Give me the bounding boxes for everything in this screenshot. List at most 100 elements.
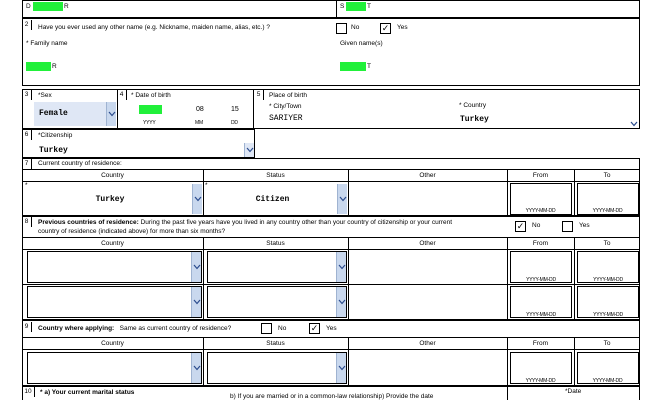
section-number: 10 bbox=[22, 387, 35, 397]
divider bbox=[348, 237, 349, 320]
section-number: 8 bbox=[22, 217, 32, 227]
current-residence-label: Current country of residence: bbox=[38, 160, 122, 167]
applying-status-select[interactable] bbox=[207, 352, 347, 384]
divider bbox=[22, 337, 640, 338]
birth-country-select[interactable]: Turkey bbox=[457, 111, 640, 127]
other-names-yes-checkbox[interactable]: ✓ bbox=[380, 23, 391, 34]
previous-country-select-2[interactable] bbox=[27, 286, 202, 318]
same-country-no-checkbox[interactable] bbox=[261, 323, 272, 334]
other-names-question: Have you ever used any other name (e.g. … bbox=[38, 24, 270, 31]
divider bbox=[22, 349, 640, 350]
divider bbox=[574, 237, 575, 320]
divider bbox=[22, 284, 640, 285]
dob-month[interactable]: 08 bbox=[196, 106, 204, 114]
column-header-country: Country bbox=[101, 240, 124, 247]
column-header-status: Status bbox=[266, 240, 285, 247]
redaction-mark bbox=[33, 2, 63, 11]
column-header-other: Other bbox=[419, 172, 436, 179]
family-name-label: * Family name bbox=[26, 40, 68, 47]
city-value[interactable]: SARIYER bbox=[269, 114, 303, 123]
dob-year-placeholder: YYYY bbox=[143, 120, 156, 126]
chevron-down-icon[interactable] bbox=[191, 252, 201, 282]
previous-from-date-1[interactable]: YYYY-MM-DD bbox=[510, 251, 572, 283]
citizenship-select[interactable]: Turkey bbox=[34, 143, 254, 157]
chevron-down-icon[interactable] bbox=[336, 252, 346, 282]
divider bbox=[22, 237, 640, 238]
previous-status-select-2[interactable] bbox=[207, 286, 347, 318]
city-label: * City/Town bbox=[269, 103, 302, 110]
chevron-down-icon[interactable] bbox=[337, 184, 347, 214]
applying-to-date[interactable]: YYYY-MM-DD bbox=[577, 352, 639, 384]
section-number: 4 bbox=[117, 90, 127, 100]
applying-country-select[interactable] bbox=[27, 352, 202, 384]
section-number: 2 bbox=[22, 20, 32, 30]
previous-residence-no-checkbox[interactable]: ✓ bbox=[515, 221, 526, 232]
yes-label: Yes bbox=[326, 325, 337, 332]
yes-label: Yes bbox=[579, 222, 590, 229]
chevron-down-icon[interactable] bbox=[336, 353, 346, 383]
birth-country-value: Turkey bbox=[460, 115, 489, 124]
sex-select[interactable]: Female bbox=[34, 102, 116, 126]
column-header-from: From bbox=[532, 240, 549, 247]
country-label: * Country bbox=[459, 102, 487, 109]
residence-country-value: Turkey bbox=[95, 195, 125, 204]
given-name-top-suffix: T bbox=[367, 3, 371, 10]
residence-to-date-field[interactable]: YYYY-MM-DD bbox=[577, 183, 639, 215]
divider bbox=[507, 386, 508, 400]
previous-residence-yes-checkbox[interactable] bbox=[562, 221, 573, 232]
divider bbox=[22, 249, 640, 250]
column-header-other: Other bbox=[419, 240, 436, 247]
date-placeholder: YYYY-MM-DD bbox=[592, 208, 623, 214]
chevron-down-icon[interactable] bbox=[336, 287, 346, 317]
country-applying-label: Country where applying: Same as current … bbox=[38, 325, 232, 332]
chevron-down-icon[interactable] bbox=[191, 287, 201, 317]
column-header-from: From bbox=[532, 340, 549, 347]
residence-from-date-field[interactable]: YYYY-MM-DD bbox=[510, 183, 572, 215]
dob-month-placeholder: MM bbox=[195, 120, 203, 126]
column-header-to: To bbox=[603, 340, 611, 347]
section-number: 3 bbox=[22, 90, 32, 100]
family-name-value-suffix: R bbox=[52, 63, 57, 70]
same-country-yes-checkbox[interactable]: ✓ bbox=[309, 323, 320, 334]
applying-from-date[interactable]: YYYY-MM-DD bbox=[510, 352, 572, 384]
family-name-top-suffix: R bbox=[64, 3, 69, 10]
row-names-top bbox=[22, 0, 640, 18]
place-of-birth-label: Place of birth bbox=[269, 92, 307, 99]
chevron-down-icon[interactable] bbox=[192, 184, 202, 214]
date-placeholder: YYYY-MM-DD bbox=[526, 277, 556, 283]
chevron-down-icon[interactable] bbox=[191, 353, 201, 383]
section-number: 9 bbox=[22, 322, 32, 332]
dob-day[interactable]: 15 bbox=[231, 106, 239, 114]
date-placeholder: YYYY-MM-DD bbox=[592, 378, 623, 384]
date-placeholder: YYYY-MM-DD bbox=[525, 208, 556, 214]
previous-country-select-1[interactable] bbox=[27, 251, 202, 283]
chevron-down-icon[interactable] bbox=[244, 143, 254, 157]
residence-status-select[interactable]: Citizen bbox=[208, 184, 347, 214]
residence-country-select[interactable]: Turkey bbox=[28, 184, 202, 214]
previous-residence-text-2: country of residence (indicated above) f… bbox=[38, 228, 226, 235]
column-header-to: To bbox=[603, 240, 611, 247]
previous-to-date-1[interactable]: YYYY-MM-DD bbox=[577, 251, 639, 283]
divider bbox=[22, 181, 640, 182]
previous-to-date-2[interactable]: YYYY-MM-DD bbox=[577, 286, 639, 318]
date-label: *Date bbox=[565, 388, 582, 395]
divider bbox=[203, 237, 204, 320]
other-names-no-checkbox[interactable] bbox=[336, 23, 347, 34]
section-number: 6 bbox=[22, 130, 32, 140]
previous-from-date-2[interactable]: YYYY-MM-DD bbox=[510, 286, 572, 318]
divider bbox=[22, 169, 640, 170]
column-header-country: Country bbox=[101, 172, 124, 179]
previous-status-select-1[interactable] bbox=[207, 251, 347, 283]
sex-value: Female bbox=[39, 109, 68, 118]
given-name-value-suffix: T bbox=[367, 63, 371, 70]
no-label: No bbox=[532, 222, 541, 229]
date-placeholder: YYYY-MM-DD bbox=[526, 312, 556, 318]
chevron-down-icon[interactable] bbox=[106, 102, 116, 126]
chevron-down-icon[interactable] bbox=[630, 114, 638, 132]
citizenship-value: Turkey bbox=[39, 146, 68, 155]
citizenship-label: *Citizenship bbox=[38, 132, 73, 139]
yes-label: Yes bbox=[397, 24, 408, 31]
given-name-top-prefix: S bbox=[340, 3, 345, 10]
divider bbox=[336, 0, 337, 18]
no-label: No bbox=[351, 24, 360, 31]
